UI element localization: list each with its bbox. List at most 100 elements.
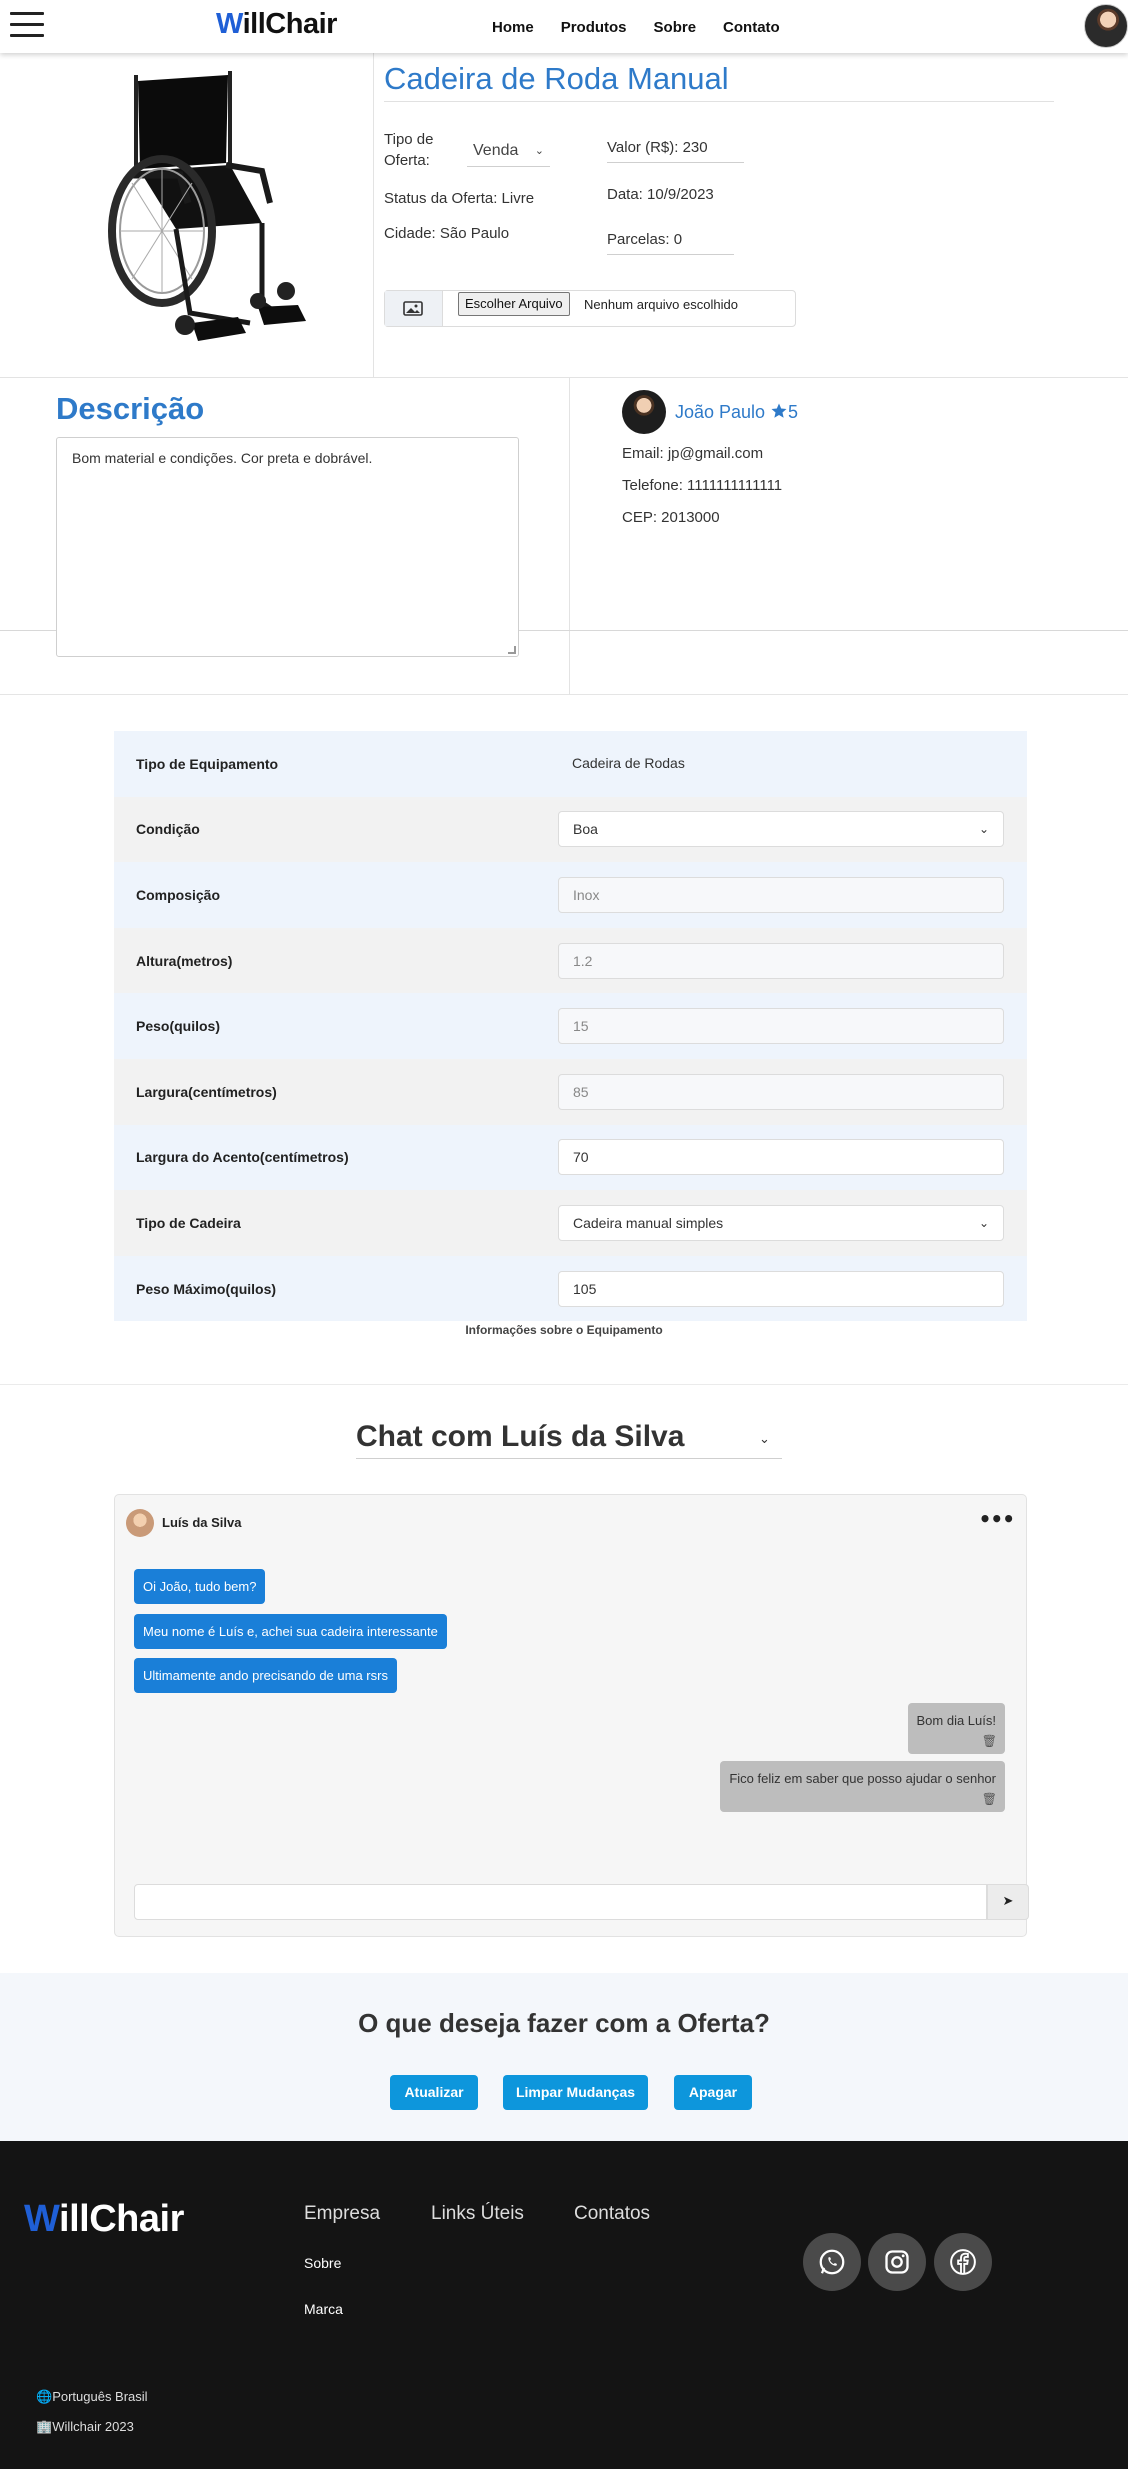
description-text: Bom material e condições. Cor preta e do… — [72, 450, 373, 466]
whatsapp-icon[interactable] — [803, 2233, 861, 2291]
chevron-down-icon: ⌄ — [978, 1215, 989, 1230]
footer-logo[interactable]: WillChair — [24, 2198, 184, 2241]
offer-type-label: Tipo de Oferta: — [384, 131, 434, 169]
clear-changes-button[interactable]: Limpar Mudanças — [503, 2075, 648, 2110]
seller-phone: Telefone: 1111111111111 — [622, 477, 783, 494]
language-selector[interactable]: 🌐Português Brasil — [36, 2389, 148, 2405]
star-icon — [771, 403, 787, 418]
condition-select[interactable]: Boa ⌄ — [558, 811, 1004, 848]
width-input[interactable]: 85 — [558, 1073, 1004, 1110]
message-text: Fico feliz em saber que posso ajudar o s… — [729, 1771, 996, 1786]
footer-col-links[interactable]: Links Úteis — [431, 2203, 524, 2225]
product-section: Cadeira de Roda Manual Tipo de Oferta: V… — [0, 53, 1128, 378]
language-label: Português Brasil — [52, 2389, 148, 2404]
send-button[interactable]: ➤ — [987, 1884, 1029, 1920]
nav-link-contato[interactable]: Contato — [723, 19, 780, 36]
spec-label: Largura do Acento(centímetros) — [136, 1149, 349, 1166]
city-field: Cidade: São Paulo — [384, 225, 510, 242]
outgoing-message: Bom dia Luís! 🗑 — [907, 1703, 1005, 1754]
nav-link-home[interactable]: Home — [492, 19, 534, 36]
spec-row: Tipo de Cadeira Cadeira manual simples ⌄ — [114, 1190, 1027, 1256]
rating-value: 5 — [788, 402, 799, 422]
contact-name: Luís da Silva — [162, 1515, 242, 1530]
send-icon: ➤ — [1002, 1894, 1014, 1909]
chevron-down-icon: ⌄ — [978, 822, 989, 837]
seller-rating: 5 — [770, 402, 798, 423]
spec-value: Boa — [573, 821, 598, 838]
specs-table: Tipo de Equipamento Cadeira de Rodas Con… — [114, 731, 1027, 1322]
trash-icon[interactable]: 🗑 — [982, 1792, 997, 1806]
value-field[interactable]: Valor (R$): 230 — [607, 139, 744, 163]
wheelchair-image — [108, 71, 306, 341]
nav-links: Home Produtos Sobre Contato — [492, 19, 780, 36]
chat-select-underline — [356, 1458, 782, 1459]
composition-input[interactable]: Inox — [558, 876, 1004, 913]
chevron-down-icon[interactable]: ⌄ — [759, 1432, 770, 1447]
description-textarea[interactable]: Bom material e condições. Cor preta e do… — [56, 437, 519, 657]
menu-icon[interactable] — [10, 12, 44, 38]
spec-row: Condição Boa ⌄ — [114, 796, 1027, 863]
file-upload: Escolher Arquivo Nenhum arquivo escolhid… — [384, 290, 796, 327]
chat-title[interactable]: Chat com Luís da Silva — [356, 1420, 684, 1454]
resize-handle[interactable] — [508, 646, 516, 654]
spec-row: Altura(metros) 1.2 — [114, 927, 1027, 994]
seat-width-input[interactable]: 70 — [558, 1139, 1004, 1176]
trash-icon[interactable]: 🗑 — [982, 1734, 997, 1748]
spec-label: Peso Máximo(quilos) — [136, 1280, 277, 1297]
spec-value: Cadeira de Rodas — [572, 754, 685, 771]
offer-type-select[interactable]: Venda ⌄ — [467, 137, 550, 167]
user-avatar[interactable] — [1084, 4, 1128, 48]
offer-type-value: Venda — [473, 142, 519, 159]
top-navbar: WillChair Home Produtos Sobre Contato — [0, 0, 1128, 53]
spec-label: Altura(metros) — [136, 952, 233, 969]
footer-col-contacts[interactable]: Contatos — [574, 2203, 650, 2225]
specs-caption: Informações sobre o Equipamento — [465, 1323, 663, 1337]
image-icon — [385, 291, 443, 326]
copyright-label: Willchair 2023 — [52, 2419, 134, 2434]
building-icon: 🏢 — [36, 2419, 53, 2434]
nav-link-sobre[interactable]: Sobre — [654, 19, 697, 36]
message-text: Bom dia Luís! — [916, 1713, 997, 1728]
more-options-icon[interactable]: ••• — [979, 1507, 1015, 1531]
outgoing-message: Fico feliz em saber que posso ajudar o s… — [720, 1761, 1005, 1812]
product-title: Cadeira de Roda Manual — [384, 61, 1054, 102]
product-image — [0, 53, 374, 378]
spec-label: Condição — [136, 821, 200, 838]
contact-avatar — [126, 1509, 154, 1537]
height-input[interactable]: 1.2 — [558, 942, 1004, 979]
brand-logo[interactable]: WillChair — [216, 8, 337, 41]
chair-type-select[interactable]: Cadeira manual simples ⌄ — [558, 1204, 1004, 1241]
choose-file-button[interactable]: Escolher Arquivo — [458, 292, 570, 316]
chat-message-input[interactable] — [134, 1884, 987, 1920]
max-weight-input[interactable]: 105 — [558, 1270, 1004, 1307]
spec-row: Largura(centímetros) 85 — [114, 1058, 1027, 1125]
spec-label: Composição — [136, 886, 221, 903]
delete-button[interactable]: Apagar — [674, 2075, 752, 2110]
section-divider — [0, 1384, 1128, 1385]
seller-email: Email: jp@gmail.com — [622, 445, 764, 462]
weight-input[interactable]: 15 — [558, 1008, 1004, 1045]
actions-section — [0, 1973, 1128, 2141]
actions-title: O que deseja fazer com a Oferta? — [358, 2008, 770, 2038]
incoming-message: Meu nome é Luís e, achei sua cadeira int… — [134, 1614, 447, 1649]
incoming-message: Oi João, tudo bem? — [134, 1569, 266, 1604]
installments-field[interactable]: Parcelas: 0 — [607, 231, 734, 255]
seller-avatar — [622, 390, 666, 434]
footer — [0, 2141, 1128, 2469]
update-button[interactable]: Atualizar — [390, 2075, 478, 2110]
footer-col-company[interactable]: Empresa — [304, 2203, 380, 2225]
instagram-icon[interactable] — [868, 2233, 926, 2291]
spec-row: Composição Inox — [114, 862, 1027, 928]
description-title: Descrição — [56, 391, 205, 426]
spec-row: Largura do Acento(centímetros) 70 — [114, 1124, 1027, 1191]
seller-name[interactable]: João Paulo — [675, 402, 765, 423]
facebook-icon[interactable] — [934, 2233, 992, 2291]
spec-value: Cadeira manual simples — [573, 1214, 724, 1231]
incoming-message: Ultimamente ando precisando de uma rsrs — [134, 1658, 397, 1693]
footer-link-brand[interactable]: Marca — [304, 2301, 343, 2317]
section-divider — [569, 378, 570, 695]
copyright: 🏢Willchair 2023 — [36, 2419, 134, 2435]
footer-link-about[interactable]: Sobre — [304, 2255, 341, 2271]
spec-label: Tipo de Equipamento — [136, 755, 279, 772]
nav-link-produtos[interactable]: Produtos — [561, 19, 627, 36]
